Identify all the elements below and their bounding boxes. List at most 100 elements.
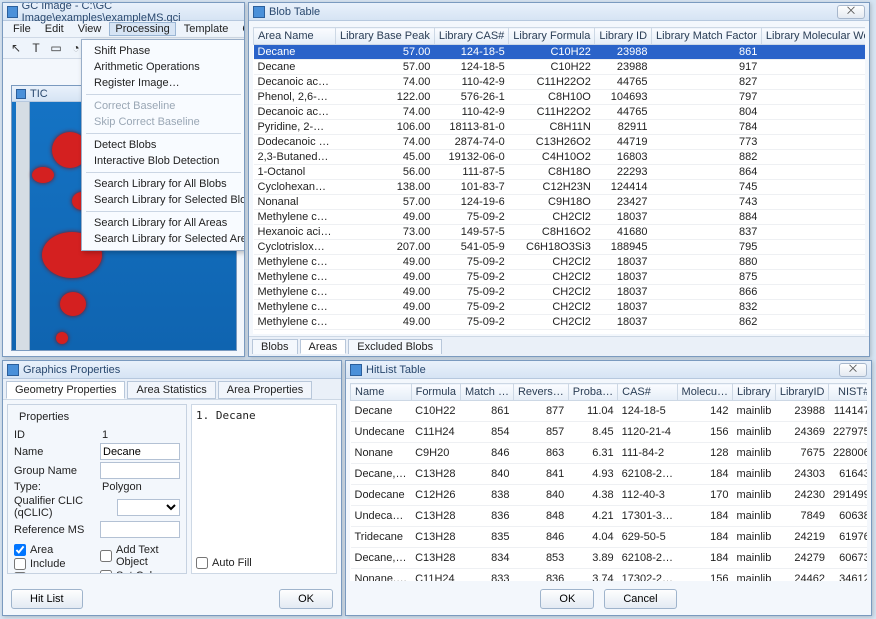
column-header[interactable]: Library — [733, 384, 776, 401]
rect-tool-icon[interactable]: ▭ — [49, 41, 63, 55]
table-row[interactable]: TridecaneC13H288358464.04629-50-5184main… — [351, 527, 868, 548]
table-row[interactable]: 2,3-Butaned…45.0019132-06-0C4H10O2168038… — [254, 150, 866, 165]
menu-item[interactable]: Detect Blobs — [82, 137, 245, 153]
table-row[interactable]: Methylene c…49.0075-09-2CH2Cl21803783284… — [254, 300, 866, 315]
menu-item[interactable]: Search Library for Selected Areas — [82, 231, 245, 247]
column-header[interactable]: Library CAS# — [434, 28, 508, 45]
table-row[interactable]: Undeca…C13H288368484.2117301-3…184mainli… — [351, 506, 868, 527]
hitlist-cancel-button[interactable]: Cancel — [604, 589, 676, 609]
menu-item[interactable]: Arithmetic Operations — [82, 59, 245, 75]
reference-ms-input[interactable] — [100, 521, 180, 538]
menu-item[interactable]: Search Library for Selected Blobs — [82, 192, 245, 208]
menu-item[interactable]: Interactive Blob Detection — [82, 153, 245, 169]
table-row[interactable]: Nonanal57.00124-19-6C9H18O23427743142232… — [254, 195, 866, 210]
column-header[interactable]: Area Name — [254, 28, 336, 45]
table-cell: mainlib — [733, 506, 776, 527]
table-row[interactable]: DecaneC10H2286187711.04124-18-5142mainli… — [351, 401, 868, 422]
table-row[interactable]: Hexanoic aci…73.00149-57-5C8H16O24168083… — [254, 225, 866, 240]
tab-excluded-blobs[interactable]: Excluded Blobs — [348, 339, 442, 354]
column-header[interactable]: Library Match Factor — [652, 28, 762, 45]
area-checkbox[interactable] — [14, 544, 26, 556]
column-header[interactable]: Molecu… — [677, 384, 732, 401]
menu-file[interactable]: File — [7, 22, 37, 36]
table-row[interactable]: Decanoic ac…74.00110-42-9C11H22O24476580… — [254, 105, 866, 120]
include-checkbox[interactable] — [14, 558, 26, 570]
blob-shape[interactable] — [32, 167, 54, 183]
tab-area-statistics[interactable]: Area Statistics — [127, 381, 215, 399]
tab-areas[interactable]: Areas — [300, 339, 347, 354]
column-header[interactable]: NIST# — [829, 384, 867, 401]
column-header[interactable]: CAS# — [618, 384, 677, 401]
table-row[interactable]: NonaneC9H208468636.31111-84-2128mainlib7… — [351, 443, 868, 464]
blob-shape[interactable] — [56, 332, 68, 344]
hit-list-button[interactable]: Hit List — [11, 589, 83, 609]
blob-shape[interactable] — [60, 292, 86, 316]
table-row[interactable]: Decane,…C13H288408414.9362108-2…184mainl… — [351, 464, 868, 485]
table-row[interactable]: DodecaneC12H268388404.38112-40-3170mainl… — [351, 485, 868, 506]
table-row[interactable]: Nonane,…C11H248338363.7417302-2…156mainl… — [351, 569, 868, 582]
decane-list[interactable]: 1. Decane Auto Fill — [191, 404, 337, 574]
menu-item[interactable]: Search Library for All Areas — [82, 215, 245, 231]
column-header[interactable]: Library Base Peak — [335, 28, 434, 45]
table-cell: 833 — [460, 569, 513, 582]
table-row[interactable]: Cyclotrislox…207.00541-05-9C6H18O3Si3188… — [254, 240, 866, 255]
select-tool-icon[interactable]: ↖ — [9, 41, 23, 55]
tab-area-properties[interactable]: Area Properties — [218, 381, 312, 399]
close-checkbox[interactable] — [14, 572, 26, 574]
table-cell: 24303 — [775, 464, 829, 485]
close-button[interactable]: ⨉ — [837, 5, 865, 19]
column-header[interactable]: LibraryID — [775, 384, 829, 401]
menu-view[interactable]: View — [72, 22, 108, 36]
table-row[interactable]: Decane57.00124-18-5C10H22239889171421141… — [254, 60, 866, 75]
table-row[interactable]: Phenol, 2,6-…122.00576-26-1C8H10O1046937… — [254, 90, 866, 105]
blob-table-scroll[interactable]: Area NameLibrary Base PeakLibrary CAS#Li… — [253, 27, 865, 334]
add-text-object-checkbox[interactable] — [100, 550, 112, 562]
table-row[interactable]: Methylene c…49.0075-09-2CH2Cl21803787584… — [254, 270, 866, 285]
close-button[interactable]: ⨉ — [839, 363, 867, 377]
column-header[interactable]: Match … — [460, 384, 513, 401]
qualifier-select[interactable] — [117, 499, 180, 516]
table-cell: 56.00 — [335, 165, 434, 180]
set-color-checkbox[interactable] — [100, 570, 112, 574]
menu-template[interactable]: Template — [178, 22, 235, 36]
table-row[interactable]: Methylene c…49.0075-09-2CH2Cl21803788484… — [254, 210, 866, 225]
text-tool-icon[interactable]: T — [29, 41, 43, 55]
include-checkbox-label: Include — [30, 558, 65, 570]
table-row[interactable]: Methylene c…49.0075-09-2CH2Cl21803786284… — [254, 315, 866, 330]
menu-item[interactable]: Shift Phase — [82, 43, 245, 59]
table-cell: 832 — [652, 300, 762, 315]
column-header[interactable]: Library Formula — [509, 28, 595, 45]
table-row[interactable]: Methylene c…49.0075-09-2CH2Cl21803786684… — [254, 285, 866, 300]
tab-blobs[interactable]: Blobs — [252, 339, 298, 354]
column-header[interactable]: Library ID — [595, 28, 652, 45]
graphics-ok-button[interactable]: OK — [279, 589, 333, 609]
menu-processing[interactable]: Processing — [109, 22, 175, 36]
group-name-input[interactable] — [100, 462, 180, 479]
table-row[interactable]: Decanoic ac…74.00110-42-9C11H22O24476582… — [254, 75, 866, 90]
menu-quantification[interactable]: Quantification — [236, 22, 245, 36]
table-row[interactable]: Methylene c…49.0075-09-2CH2Cl21803788084… — [254, 255, 866, 270]
hitlist-ok-button[interactable]: OK — [540, 589, 594, 609]
column-header[interactable]: Revers… — [513, 384, 568, 401]
auto-fill-checkbox[interactable] — [196, 557, 208, 569]
table-row[interactable]: Cyclohexan…138.00101-83-7C12H23N12441474… — [254, 180, 866, 195]
table-cell: 184 — [677, 527, 732, 548]
table-row[interactable]: Decane,…C13H288348533.8962108-2…184mainl… — [351, 548, 868, 569]
tab-geometry-properties[interactable]: Geometry Properties — [6, 381, 125, 399]
column-header[interactable]: Library Molecular Weight — [761, 28, 865, 45]
table-row[interactable]: Pyridine, 2-…106.0018113-81-0C8H11N82911… — [254, 120, 866, 135]
menu-edit[interactable]: Edit — [39, 22, 70, 36]
menu-item[interactable]: Register Image… — [82, 75, 245, 91]
menu-item[interactable]: Search Library for All Blobs — [82, 176, 245, 192]
table-row[interactable]: Dodecanoic …74.002874-74-0C13H26O2447197… — [254, 135, 866, 150]
column-header[interactable]: Name — [351, 384, 412, 401]
table-cell: CH2Cl2 — [509, 270, 595, 285]
table-cell: 114147 — [829, 401, 867, 422]
table-row[interactable]: Decane57.00124-18-5C10H22239888611421141… — [254, 45, 866, 60]
name-input[interactable] — [100, 443, 180, 460]
table-row[interactable]: 1-Octanol56.00111-87-5C8H18O222938641302… — [254, 165, 866, 180]
column-header[interactable]: Formula — [411, 384, 460, 401]
column-header[interactable]: Proba… — [568, 384, 617, 401]
table-row[interactable]: UndecaneC11H248548578.451120-21-4156main… — [351, 422, 868, 443]
hitlist-scroll[interactable]: NameFormulaMatch …Revers…Proba…CAS#Molec… — [350, 383, 867, 581]
